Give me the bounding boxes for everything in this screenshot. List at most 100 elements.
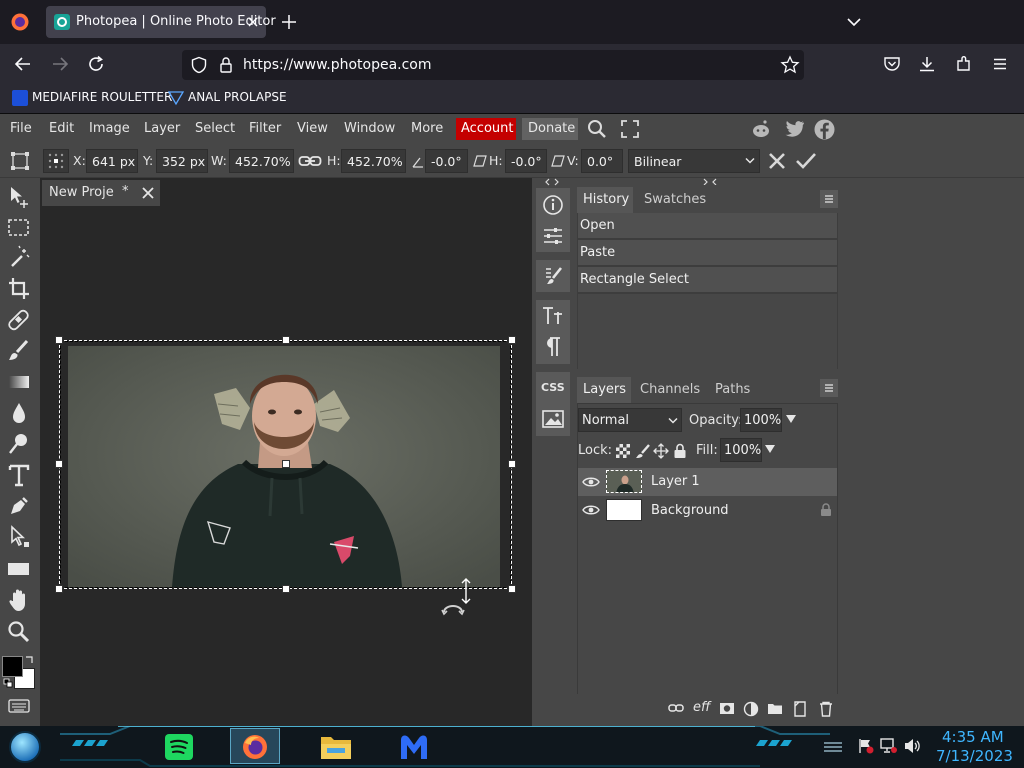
close-document-icon[interactable] [141, 186, 155, 200]
opacity-input[interactable]: 100% [740, 408, 782, 432]
notification-flag-icon[interactable] [858, 738, 874, 754]
file-explorer-icon[interactable] [319, 732, 353, 762]
brush-tool-icon[interactable] [5, 337, 33, 365]
layer-locked-icon[interactable] [820, 503, 832, 517]
lock-pixels-brush-icon[interactable] [635, 443, 651, 459]
move-tool-icon[interactable] [5, 182, 33, 210]
zoom-tool-icon[interactable] [5, 618, 33, 646]
delete-layer-trash-icon[interactable] [818, 701, 834, 717]
firefox-menu-icon[interactable] [10, 12, 30, 32]
lock-all-icon[interactable] [673, 443, 687, 459]
reference-point-icon[interactable] [43, 149, 69, 173]
taskbar-clock-time[interactable]: 4:35 AM [942, 728, 1004, 746]
back-icon[interactable] [14, 55, 32, 73]
visibility-eye-icon[interactable] [582, 503, 600, 517]
brush-settings-button[interactable] [536, 260, 570, 292]
info-panel-button[interactable] [536, 188, 570, 252]
layer-effects-button[interactable]: eff [693, 700, 710, 715]
lock-position-move-icon[interactable] [653, 443, 669, 459]
menu-edit[interactable]: Edit [49, 121, 74, 136]
volume-icon[interactable] [904, 738, 922, 754]
layer-row-background[interactable]: Background [578, 496, 837, 524]
path-select-tool-icon[interactable] [5, 523, 33, 551]
menu-layer[interactable]: Layer [144, 121, 180, 136]
skew-v-input[interactable]: 0.0° [581, 149, 623, 173]
history-panel-menu-icon[interactable] [820, 190, 838, 208]
link-layers-icon[interactable] [668, 702, 684, 714]
transform-tool-icon[interactable] [10, 151, 30, 171]
malwarebytes-icon[interactable] [398, 732, 430, 762]
twitter-icon[interactable] [784, 120, 805, 138]
transform-handle-bottom-left[interactable] [55, 585, 63, 593]
reload-icon[interactable] [87, 55, 105, 73]
menu-view[interactable]: View [297, 121, 328, 136]
menu-filter[interactable]: Filter [249, 121, 281, 136]
url-bar[interactable]: https://www.photopea.com [182, 50, 804, 80]
fill-dropdown-icon[interactable] [764, 444, 776, 454]
document-tab[interactable]: New Proje * [42, 180, 160, 206]
blend-mode-select[interactable]: Normal [578, 408, 682, 432]
forward-icon[interactable] [51, 55, 69, 73]
new-tab-icon[interactable] [280, 13, 298, 31]
firefox-taskbar-button[interactable] [230, 728, 280, 764]
keyboard-icon[interactable] [8, 699, 30, 713]
pen-tool-icon[interactable] [5, 492, 33, 520]
css-image-button[interactable]: CSS [536, 372, 570, 436]
bookmark-anal-prolapse[interactable]: ANAL PROLAPSE [188, 90, 287, 104]
link-proportions-icon[interactable] [298, 153, 322, 169]
search-icon[interactable] [587, 119, 607, 139]
panel-collapse-arrows-icon[interactable] [702, 178, 718, 185]
layer-row-layer-1[interactable]: Layer 1 [578, 468, 837, 496]
x-position-input[interactable]: 641 px [86, 149, 138, 173]
magic-wand-tool-icon[interactable] [5, 244, 33, 272]
network-icon[interactable] [880, 738, 898, 754]
adjustment-layer-icon[interactable] [743, 701, 759, 717]
list-all-tabs-icon[interactable] [845, 13, 863, 31]
menu-select[interactable]: Select [195, 121, 235, 136]
character-paragraph-button[interactable] [536, 300, 570, 364]
gradient-tool-icon[interactable] [5, 368, 33, 396]
tracking-protection-shield-icon[interactable] [190, 56, 208, 74]
tab-layers[interactable]: Layers [583, 382, 626, 397]
downloads-icon[interactable] [918, 55, 936, 73]
add-mask-icon[interactable] [719, 702, 735, 715]
transform-handle-bottom-right[interactable] [508, 585, 516, 593]
cancel-transform-icon[interactable] [767, 151, 787, 171]
transform-handle-middle-left[interactable] [55, 460, 63, 468]
commit-transform-icon[interactable] [795, 151, 817, 171]
fill-input[interactable]: 100% [720, 438, 762, 462]
extensions-icon[interactable] [955, 55, 973, 73]
browser-tab-photopea[interactable]: Photopea | Online Photo Editor [46, 6, 276, 38]
width-input[interactable]: 452.70% [229, 149, 294, 173]
interpolation-select[interactable]: Bilinear [628, 149, 760, 173]
layers-panel-menu-icon[interactable] [820, 379, 838, 397]
lock-transparency-icon[interactable] [615, 443, 631, 459]
height-input[interactable]: 452.70% [341, 149, 406, 173]
transform-handle-middle-right[interactable] [508, 460, 516, 468]
foreground-color-swatch[interactable] [2, 656, 23, 677]
facebook-icon[interactable] [814, 119, 835, 140]
menu-more[interactable]: More [411, 121, 443, 136]
crop-tool-icon[interactable] [5, 275, 33, 303]
tab-channels[interactable]: Channels [640, 382, 700, 397]
pocket-icon[interactable] [883, 55, 901, 73]
collapse-arrows-icon[interactable] [544, 178, 560, 186]
transform-handle-top-left[interactable] [55, 336, 63, 344]
close-tab-icon[interactable] [245, 14, 261, 30]
menu-window[interactable]: Window [344, 121, 395, 136]
bookmark-star-icon[interactable] [780, 55, 800, 75]
swap-colors-icon[interactable] [24, 656, 34, 666]
history-item-rectangle-select[interactable]: Rectangle Select [578, 267, 837, 293]
donate-button[interactable]: Donate [522, 118, 578, 140]
skew-h-input[interactable]: -0.0° [505, 149, 547, 173]
tab-swatches[interactable]: Swatches [644, 192, 706, 207]
type-tool-icon[interactable] [5, 461, 33, 489]
visibility-eye-icon[interactable] [582, 475, 600, 489]
menu-file[interactable]: File [10, 121, 32, 136]
tab-paths[interactable]: Paths [715, 382, 750, 397]
hand-tool-icon[interactable] [5, 586, 33, 614]
hamburger-menu-icon[interactable] [991, 55, 1009, 73]
account-button[interactable]: Account [456, 118, 516, 140]
rotation-angle-input[interactable]: -0.0° [425, 149, 468, 173]
dodge-tool-icon[interactable] [5, 430, 33, 458]
